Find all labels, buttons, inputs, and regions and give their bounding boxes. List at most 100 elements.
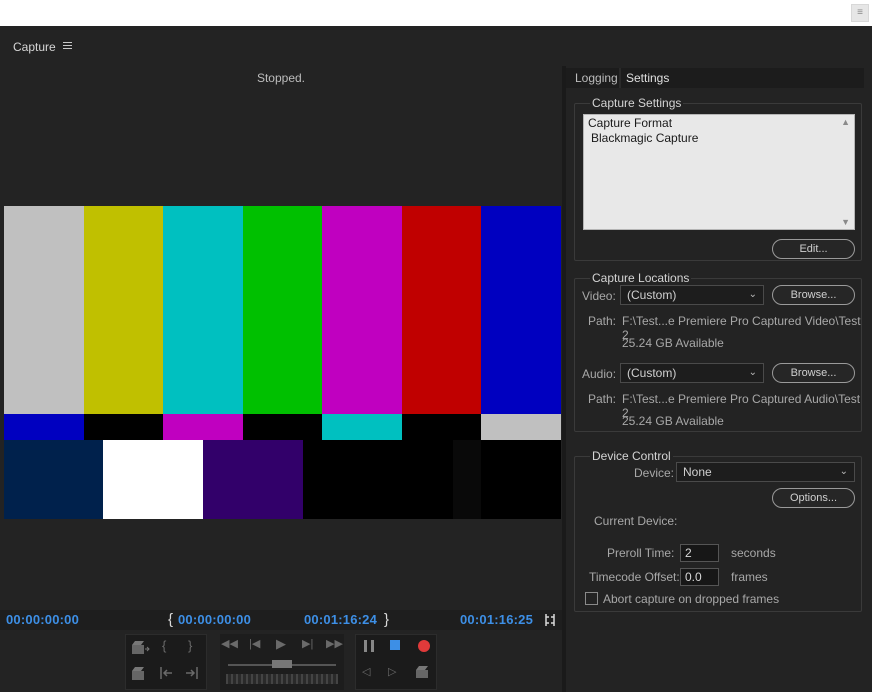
pause-icon[interactable] [364, 640, 374, 652]
panel-menu-icon[interactable] [63, 42, 72, 50]
in-out-duration-icon [545, 614, 555, 626]
previous-scene-icon[interactable]: ◁ [362, 665, 370, 678]
step-back-icon[interactable]: |◀ [249, 637, 260, 650]
video-location-value: (Custom) [627, 288, 677, 302]
color-bar-top [322, 206, 403, 414]
video-path-label: Path: [588, 314, 617, 328]
device-control-group: Device Control Device: None ⌄ Options...… [574, 449, 862, 612]
window-menu-button[interactable]: ≡ [851, 4, 869, 22]
capture-locations-group: Capture Locations Video: (Custom) ⌄ Brow… [574, 271, 862, 432]
color-bar-bottom [203, 440, 303, 519]
color-bar-middle [83, 414, 164, 440]
options-button[interactable]: Options... [772, 488, 855, 508]
panel-header: Capture [0, 26, 872, 66]
stop-icon[interactable] [390, 640, 400, 650]
chevron-down-icon: ⌄ [748, 289, 757, 300]
audio-location-select[interactable]: (Custom) ⌄ [620, 363, 764, 383]
current-timecode[interactable]: 00:00:00:00 [6, 612, 79, 627]
audio-available: 25.24 GB Available [622, 414, 724, 428]
timecode-offset-label: Timecode Offset: [589, 570, 680, 584]
timecode-offset-input[interactable]: 0.0 [680, 568, 719, 586]
capture-settings-title: Capture Settings [590, 96, 684, 110]
audio-label: Audio: [582, 367, 617, 381]
scene-detect-icon[interactable] [414, 664, 430, 680]
color-bar-middle [322, 414, 403, 440]
color-bar-middle [163, 414, 244, 440]
color-bar-bottom [303, 440, 353, 519]
color-bar-bottom [353, 440, 453, 519]
capture-format-box: Capture Format Blackmagic Capture ▲ ▼ [583, 114, 855, 230]
next-scene-icon[interactable]: ▷ [388, 665, 396, 678]
abort-capture-checkbox[interactable] [585, 592, 598, 605]
capture-app: ≡ Capture Stopped. 00:00:00:00 { 00:00:0… [0, 0, 872, 692]
color-bar-middle [242, 414, 323, 440]
color-bar-bottom [4, 440, 103, 519]
device-control-title: Device Control [590, 449, 673, 463]
current-device-label: Current Device: [594, 514, 678, 528]
duration-timecode[interactable]: 00:01:16:25 [460, 612, 533, 627]
record-icon[interactable] [418, 640, 430, 652]
video-available: 25.24 GB Available [622, 336, 724, 350]
timecode-bar: 00:00:00:00 { 00:00:00:00 00:01:16:24 } … [0, 610, 562, 630]
color-bar-top [4, 206, 85, 414]
tab-strip: Logging Settings [566, 68, 864, 88]
rewind-icon[interactable]: ◀◀ [221, 637, 238, 650]
abort-capture-label: Abort capture on dropped frames [603, 592, 780, 606]
in-point-bracket: { [168, 611, 174, 628]
audio-location-value: (Custom) [627, 366, 677, 380]
capture-locations-title: Capture Locations [590, 271, 692, 285]
panel-title: Capture [13, 40, 56, 54]
go-to-in-icon[interactable] [158, 665, 174, 681]
out-point-bracket: } [384, 611, 390, 628]
mark-controls-group: { } [125, 634, 207, 690]
preroll-time-input[interactable]: 2 [680, 544, 719, 562]
play-icon[interactable]: ▶ [276, 636, 286, 652]
capture-controls-group: ◁ ▷ [355, 634, 437, 690]
preroll-unit: seconds [731, 546, 776, 560]
color-bar-top [401, 206, 482, 414]
fast-forward-icon[interactable]: ▶▶ [326, 637, 343, 650]
color-bar-bottom [481, 440, 561, 519]
video-location-select[interactable]: (Custom) ⌄ [620, 285, 764, 305]
capture-settings-group: Capture Settings Capture Format Blackmag… [574, 96, 862, 261]
capture-status: Stopped. [256, 71, 306, 85]
out-point-timecode[interactable]: 00:01:16:24 [304, 612, 377, 627]
device-value: None [683, 465, 712, 479]
device-select[interactable]: None ⌄ [676, 462, 855, 482]
preroll-time-label: Preroll Time: [607, 546, 675, 560]
video-label: Video: [582, 289, 616, 303]
settings-panel: Logging Settings Capture Settings Captur… [566, 66, 864, 692]
color-bar-top [83, 206, 164, 414]
scroll-down-icon[interactable]: ▼ [841, 217, 850, 227]
color-bar-top [481, 206, 562, 414]
set-in-icon[interactable]: { [162, 638, 166, 653]
color-bar-bottom [103, 440, 203, 519]
color-bar-middle [481, 414, 562, 440]
transport-controls-group: ◀◀ |◀ ▶ ▶| ▶▶ [220, 634, 344, 690]
audio-path-label: Path: [588, 392, 617, 406]
mark-in-clip-icon[interactable] [130, 639, 150, 657]
mark-out-clip-icon[interactable] [130, 665, 150, 683]
chevron-down-icon: ⌄ [839, 466, 848, 477]
tab-logging[interactable]: Logging [575, 71, 618, 85]
tab-settings[interactable]: Settings [626, 71, 669, 85]
video-browse-button[interactable]: Browse... [772, 285, 855, 305]
window-top-bar: ≡ [0, 0, 872, 26]
color-bar-top [242, 206, 323, 414]
color-bar-bottom [453, 440, 481, 519]
color-bar-top [163, 206, 244, 414]
in-point-timecode[interactable]: 00:00:00:00 [178, 612, 251, 627]
step-forward-icon[interactable]: ▶| [302, 637, 313, 650]
shuttle-handle[interactable] [272, 660, 292, 668]
chevron-down-icon: ⌄ [748, 367, 757, 378]
set-out-icon[interactable]: } [188, 638, 192, 653]
audio-browse-button[interactable]: Browse... [772, 363, 855, 383]
edit-button[interactable]: Edit... [772, 239, 855, 259]
jog-wheel[interactable] [226, 674, 338, 684]
timecode-offset-unit: frames [731, 570, 768, 584]
go-to-out-icon[interactable] [184, 665, 200, 681]
color-bar-middle [401, 414, 482, 440]
video-monitor [4, 206, 562, 519]
scroll-up-icon[interactable]: ▲ [841, 117, 850, 127]
capture-panel: Capture Stopped. 00:00:00:00 { 00:00:00:… [0, 26, 872, 692]
